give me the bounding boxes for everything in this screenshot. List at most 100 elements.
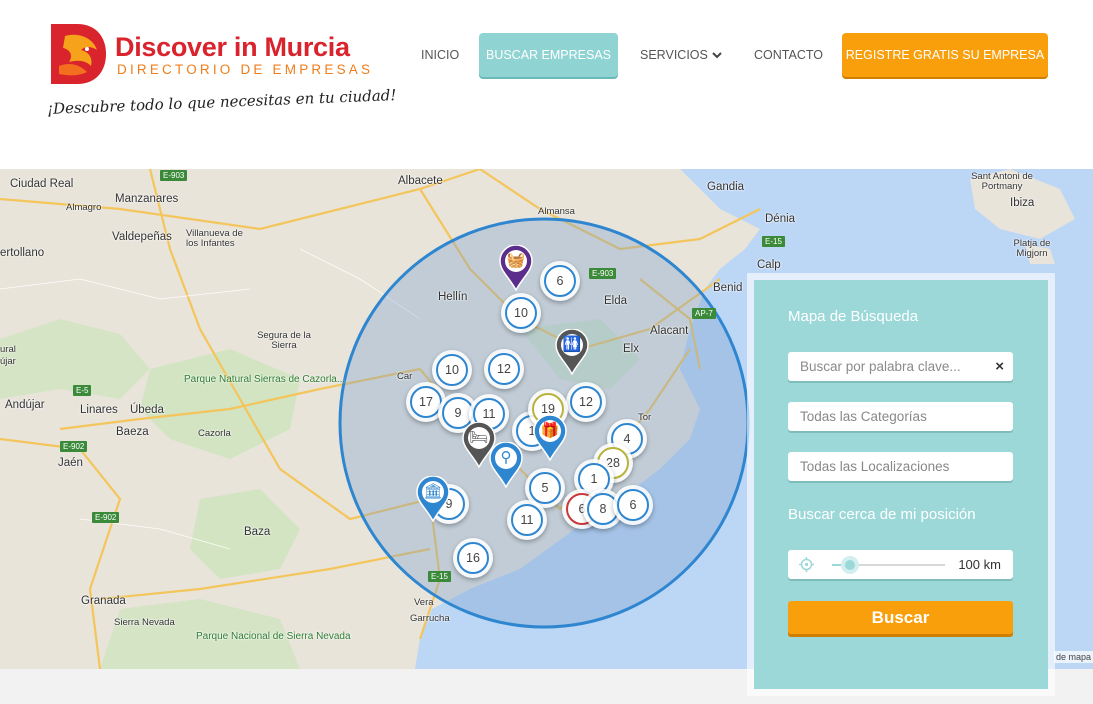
map-pin-gift[interactable]: 🎁: [533, 415, 567, 461]
map-cluster-count: 10: [436, 354, 468, 386]
restroom-icon: 🚻: [562, 336, 582, 353]
map-label-calp: Calp: [757, 259, 781, 271]
map-label-ertollano: ertollano: [0, 247, 45, 259]
map-label-denia: Dénia: [765, 213, 796, 225]
road-shield: E-903: [160, 170, 188, 181]
map-label-manzanares: Manzanares: [115, 193, 179, 205]
map-label-segura-sierra: Segura de la Sierra: [257, 330, 311, 351]
map-label-andujar: Andújar: [5, 399, 45, 411]
site-header: Discover in Murcia DIRECTORIO DE EMPRESA…: [0, 0, 1093, 169]
map-cluster[interactable]: 16: [453, 538, 493, 578]
map-cluster-count: 6: [617, 489, 649, 521]
map-attribution[interactable]: de mapa: [1053, 651, 1093, 663]
map-label-natural: ural: [0, 344, 16, 355]
road-shield: E-15: [762, 236, 785, 247]
map-label-sierra-nevada: Sierra Nevada: [114, 617, 175, 628]
map-label-caravaca: Car: [397, 371, 413, 382]
map-pin-restroom[interactable]: 🚻: [555, 329, 589, 375]
keyword-search-field: ×: [788, 352, 1013, 381]
map-cluster-count: 10: [505, 297, 537, 329]
crosshair-icon[interactable]: [799, 557, 814, 572]
radius-unit: km: [983, 557, 1001, 572]
keyword-search-input[interactable]: [788, 352, 1013, 381]
map-cluster-count: 6: [544, 265, 576, 297]
map-label-ibiza: Ibiza: [1010, 197, 1035, 209]
eagle-logo-icon: [51, 24, 106, 84]
map-label-ujar: újar: [0, 356, 16, 367]
shopping-basket-icon: 🧺: [506, 252, 526, 269]
clear-icon[interactable]: ×: [995, 352, 1004, 381]
logo-title: Discover in Murcia: [115, 32, 350, 62]
map-cluster[interactable]: 12: [566, 382, 606, 422]
map-cluster-count: 12: [570, 386, 602, 418]
map-label-garrucha: Garrucha: [410, 613, 450, 624]
register-business-button[interactable]: REGISTRE GRATIS SU EMPRESA: [842, 33, 1048, 77]
map-cluster-count: 12: [488, 353, 520, 385]
map-pin-baby[interactable]: ⚲: [489, 442, 523, 488]
map-label-baza: Baza: [244, 526, 271, 538]
search-panel-title: Mapa de Búsqueda: [788, 308, 919, 325]
nav-item-contacto[interactable]: CONTACTO: [754, 33, 823, 77]
museum-icon: 🏛: [423, 483, 443, 500]
nav-item-servicios-label: SERVICIOS: [640, 48, 708, 62]
map-label-torrevieja: Tor: [638, 412, 652, 423]
map-search-panel: Mapa de Búsqueda × Todas las Categorías …: [754, 280, 1048, 689]
road-shield: AP-7: [692, 308, 716, 319]
category-select[interactable]: Todas las Categorías: [788, 402, 1013, 431]
location-select[interactable]: Todas las Localizaciones: [788, 452, 1013, 481]
map-label-albacete: Albacete: [398, 175, 443, 187]
site-tagline: ¡Descubre todo lo que necesitas en tu ci…: [46, 85, 397, 118]
map-label-linares: Linares: [80, 404, 118, 416]
map-cluster[interactable]: 6: [613, 485, 653, 525]
nav-item-buscar-empresas[interactable]: BUSCAR EMPRESAS: [479, 33, 618, 77]
map-label-valdepenas: Valdepeñas: [112, 231, 172, 243]
map-label-jaen: Jaén: [58, 457, 83, 469]
road-shield: E-903: [589, 268, 617, 279]
radius-control: 100 km: [788, 550, 1013, 579]
map-cluster[interactable]: 12: [484, 349, 524, 389]
map-label-alacant: Alacant: [650, 325, 689, 337]
nav-item-servicios[interactable]: SERVICIOS: [640, 33, 730, 77]
page: Discover in Murcia DIRECTORIO DE EMPRESA…: [0, 0, 1093, 704]
nav-item-inicio[interactable]: INICIO: [421, 33, 459, 77]
gift-icon: 🎁: [540, 422, 560, 439]
map-label-almagro: Almagro: [66, 202, 102, 213]
map-cluster-count: 11: [511, 504, 543, 536]
radius-number: 100: [958, 557, 981, 572]
road-shield: E-5: [73, 385, 92, 396]
map-label-ubeda: Úbeda: [130, 404, 164, 416]
map-label-villanueva: Villanueva de los Infantes: [186, 228, 243, 249]
map-label-elx: Elx: [623, 343, 639, 355]
map-label-benidorm: Benid: [713, 282, 743, 294]
map-cluster-count: 5: [529, 472, 561, 504]
search-button[interactable]: Buscar: [788, 601, 1013, 634]
map-cluster[interactable]: 10: [501, 293, 541, 333]
map-label-sant-antoni: Sant Antoni de Portmany: [971, 171, 1033, 192]
map-label-baeza: Baeza: [116, 426, 149, 438]
map-cluster[interactable]: 6: [540, 261, 580, 301]
site-logo[interactable]: Discover in Murcia DIRECTORIO DE EMPRESA…: [47, 20, 397, 90]
road-shield: E-15: [428, 571, 451, 582]
map-label-ciudad-real: Ciudad Real: [10, 178, 74, 190]
map-cluster-count: 16: [457, 542, 489, 574]
map-label-cazorla: Cazorla: [198, 428, 231, 439]
map-cluster[interactable]: 10: [432, 350, 472, 390]
map-label-platja-migjorn: Platja de Migjorn: [1013, 238, 1051, 259]
map-pin-museum[interactable]: 🏛: [416, 476, 450, 522]
baby-stroller-icon: ⚲: [500, 449, 512, 466]
map-label-park-cazorla: Parque Natural Sierras de Cazorla...: [184, 374, 346, 385]
map-label-gandia: Gandia: [707, 181, 745, 193]
map-pin-shopping[interactable]: 🧺: [499, 245, 533, 291]
road-shield: E-902: [92, 512, 120, 523]
map-label-hellin: Hellín: [438, 291, 468, 303]
map-label-almansa: Almansa: [538, 206, 575, 217]
logo-subtitle: DIRECTORIO DE EMPRESAS: [117, 62, 374, 77]
radius-slider-fill: [832, 564, 842, 566]
map-label-park-sierra-nevada: Parque Nacional de Sierra Nevada: [196, 631, 351, 642]
location-select-value: Todas las Localizaciones: [800, 459, 950, 474]
map-label-elda: Elda: [604, 295, 628, 307]
radius-slider-handle[interactable]: [841, 556, 860, 574]
radius-value: 100 km: [958, 550, 1001, 579]
near-me-title: Buscar cerca de mi posición: [788, 506, 976, 523]
map-cluster[interactable]: 11: [507, 500, 547, 540]
